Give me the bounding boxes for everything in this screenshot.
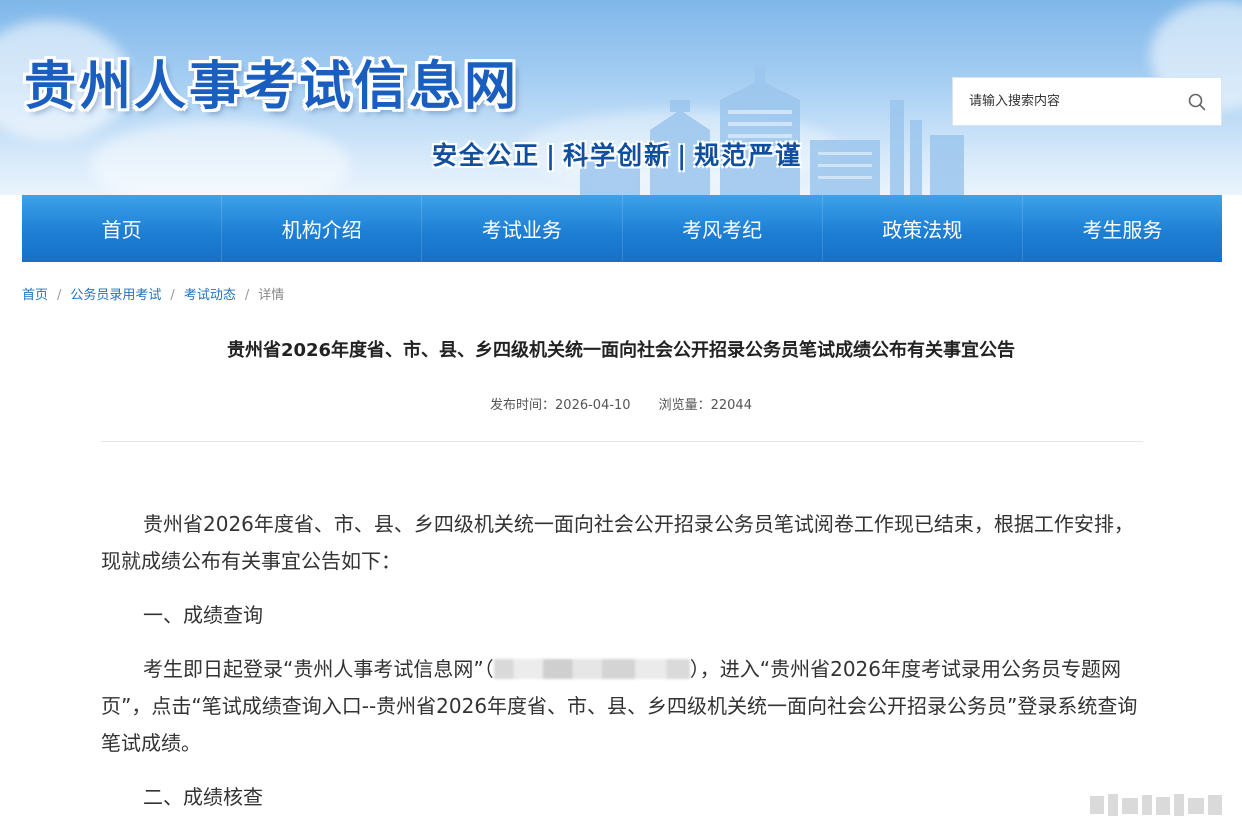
section-heading: 二、成绩核查 (143, 785, 263, 809)
slogan-part: 安全公正 (432, 141, 541, 170)
breadcrumb: 首页 / 公务员录用考试 / 考试动态 / 详情 (22, 284, 284, 303)
views-count: 22044 (710, 398, 752, 413)
main-nav: 首页 机构介绍 考试业务 考风考纪 政策法规 考生服务 (22, 195, 1222, 262)
site-header: 贵州人事考试信息网 安全公正 | 科学创新 | 规范严谨 (0, 0, 1242, 195)
paragraph-text: 考生即日起登录“贵州人事考试信息网”（ (143, 657, 494, 681)
site-title: 贵州人事考试信息网 (24, 56, 520, 117)
city-skyline-illustration (580, 65, 964, 195)
publish-label: 发布时间： (490, 398, 556, 413)
slogan-separator: | (546, 141, 558, 170)
slogan-separator: | (677, 141, 689, 170)
breadcrumb-link-civil-servant-exam[interactable]: 公务员录用考试 (70, 288, 161, 303)
search-icon[interactable] (1187, 92, 1207, 112)
views-label: 浏览量： (658, 398, 711, 413)
breadcrumb-separator: / (57, 288, 62, 303)
nav-item-candidate-service[interactable]: 考生服务 (1023, 195, 1222, 262)
search-box (952, 77, 1222, 126)
breadcrumb-separator: / (170, 288, 175, 303)
article-body: 贵州省2026年度省、市、县、乡四级机关统一面向社会公开招录公务员笔试阅卷工作现… (101, 506, 1143, 833)
breadcrumb-separator: / (244, 288, 250, 303)
search-input[interactable] (953, 78, 1183, 125)
paragraph-score-query: 考生即日起登录“贵州人事考试信息网”（ ），进入“贵州省2026年度考试录用公务员… (101, 651, 1143, 762)
publish-date: 2026-04-10 (555, 398, 631, 413)
redacted-url (493, 659, 690, 679)
nav-item-home[interactable]: 首页 (22, 195, 223, 262)
section-heading: 一、成绩查询 (143, 603, 263, 627)
breadcrumb-current: 详情 (258, 288, 285, 303)
slogan-part: 科学创新 (563, 141, 672, 170)
watermark-decoration (1090, 794, 1222, 816)
site-slogan: 安全公正 | 科学创新 | 规范严谨 (432, 136, 802, 172)
breadcrumb-link-exam-news[interactable]: 考试动态 (184, 288, 236, 303)
nav-item-exam-discipline[interactable]: 考风考纪 (623, 195, 823, 262)
cloud-decoration (90, 120, 350, 195)
title-divider (101, 441, 1143, 442)
nav-item-about[interactable]: 机构介绍 (222, 195, 423, 262)
paragraph-intro: 贵州省2026年度省、市、县、乡四级机关统一面向社会公开招录公务员笔试阅卷工作现… (101, 512, 1134, 573)
breadcrumb-link-home[interactable]: 首页 (22, 288, 48, 303)
nav-item-exam-business[interactable]: 考试业务 (422, 195, 623, 262)
article-meta: 发布时间：2026-04-10 浏览量：22044 (0, 394, 1242, 413)
nav-item-policy[interactable]: 政策法规 (823, 195, 1023, 262)
slogan-part: 规范严谨 (694, 141, 803, 170)
article-title: 贵州省2026年度省、市、县、乡四级机关统一面向社会公开招录公务员笔试成绩公布有… (226, 340, 1016, 361)
